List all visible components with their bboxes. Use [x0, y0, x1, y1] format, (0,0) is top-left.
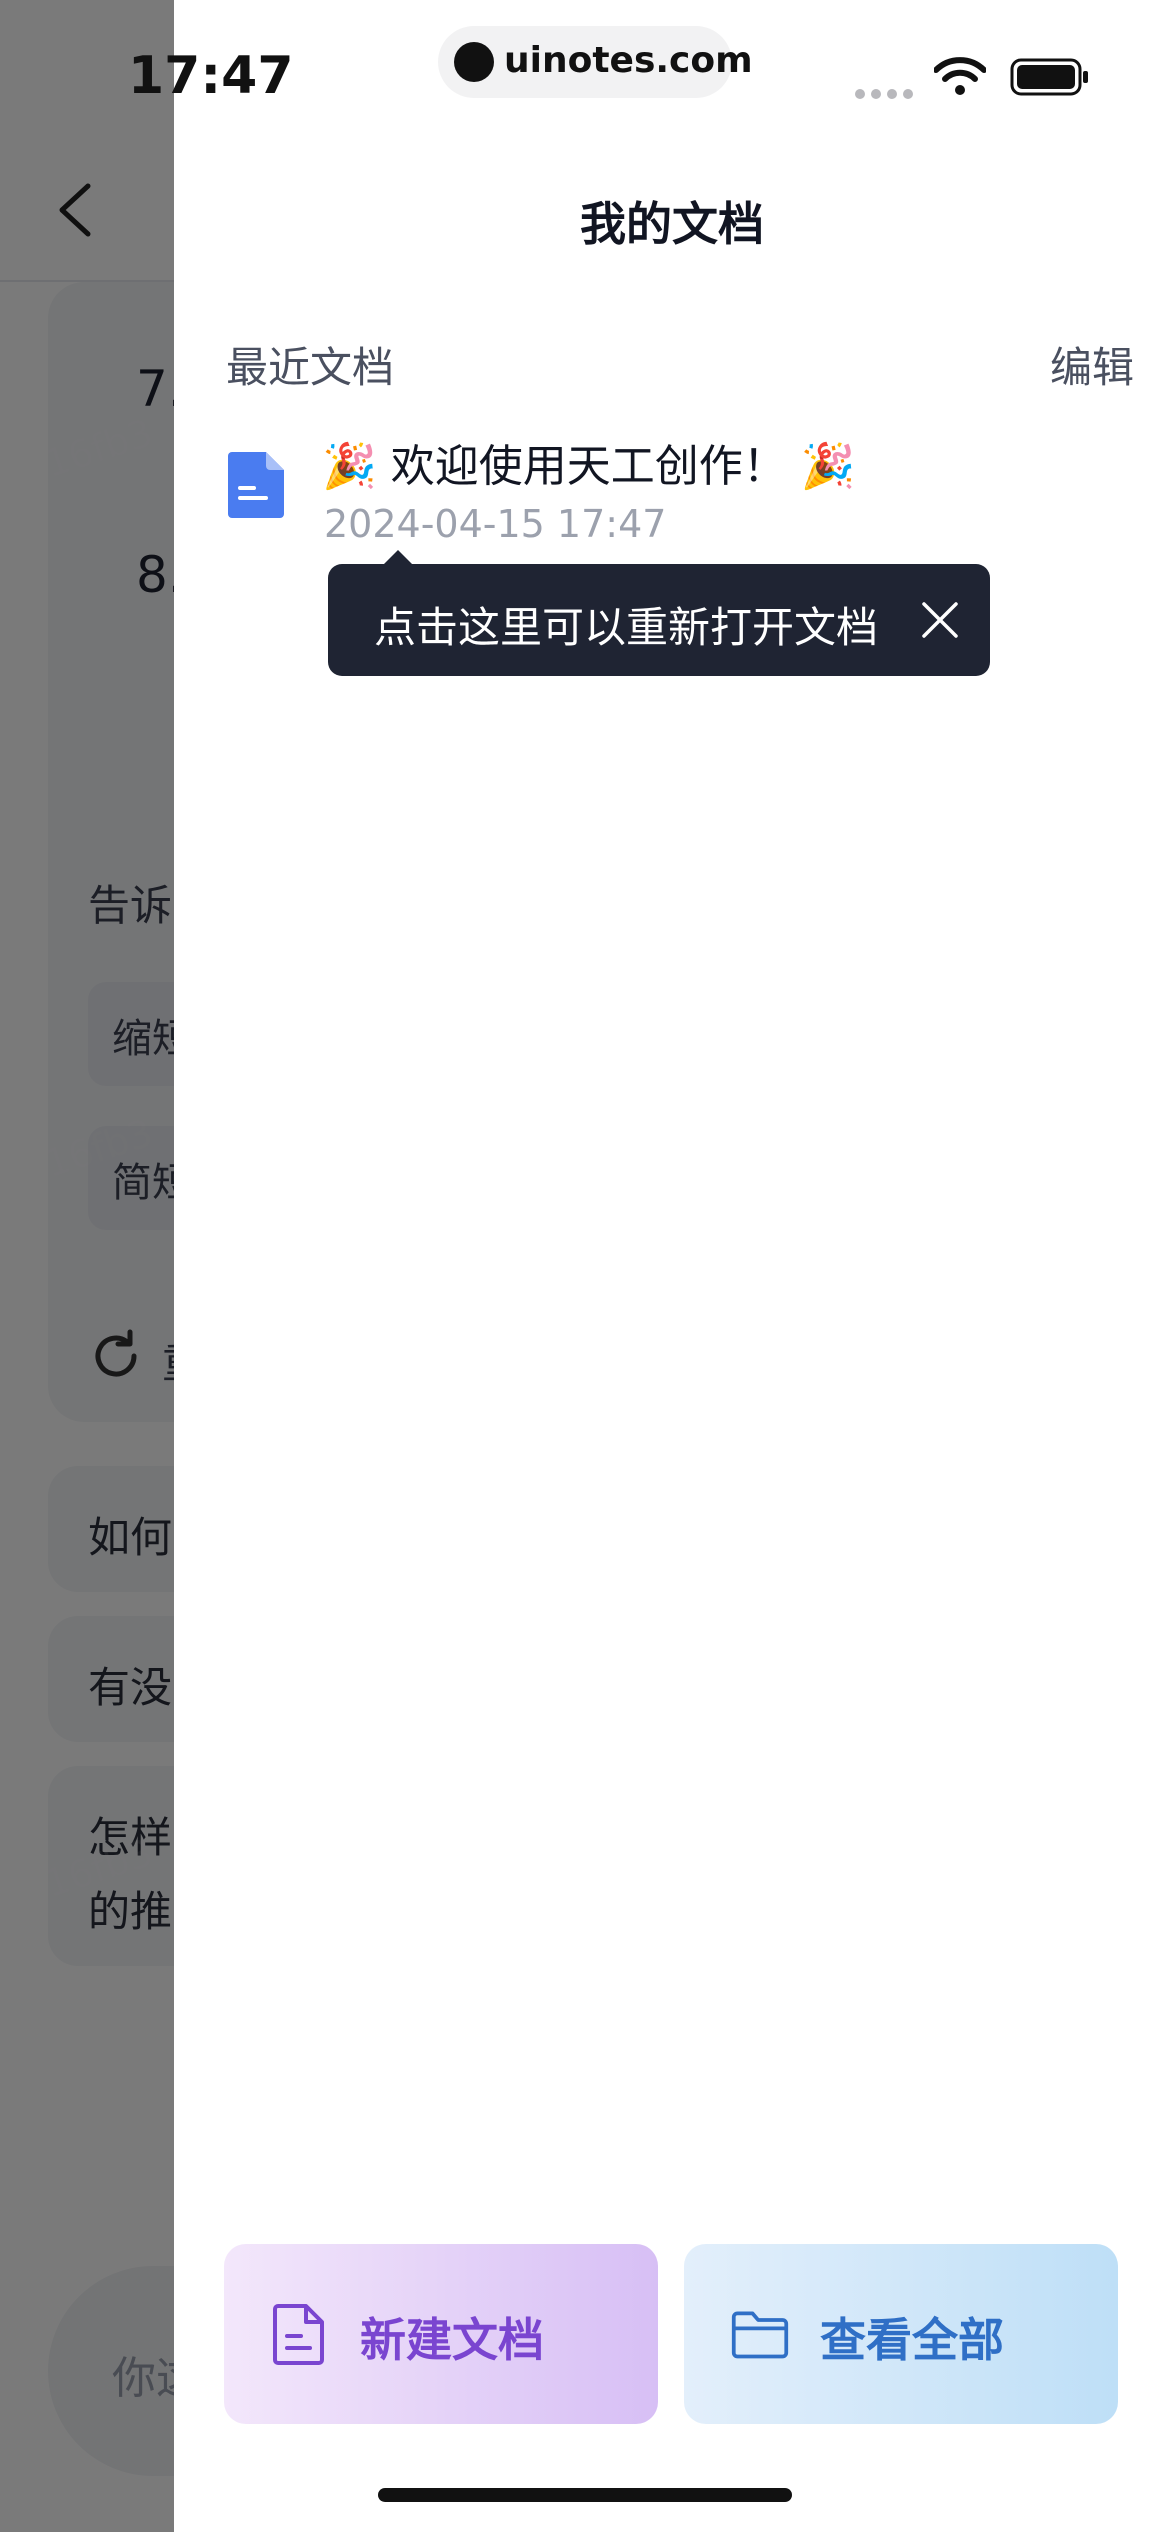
document-icon [228, 452, 284, 518]
document-timestamp: 2024-04-15 17:47 [324, 502, 667, 546]
wifi-icon [934, 57, 986, 95]
document-item[interactable]: 🎉 欢迎使用天工创作！ 🎉 2024-04-15 17:47 [226, 424, 1126, 554]
drawer-title: 我的文档 [580, 197, 764, 251]
edit-button[interactable]: 编辑 [1050, 334, 1134, 395]
view-all-button[interactable]: 查看全部 [684, 2244, 1118, 2424]
recent-documents-label: 最近文档 [226, 343, 395, 392]
site-logo-icon [454, 42, 494, 82]
new-document-button[interactable]: 新建文档 [224, 2244, 658, 2424]
close-icon[interactable] [918, 598, 962, 642]
new-document-icon [273, 2304, 324, 2365]
battery-icon [1010, 58, 1088, 96]
view-all-label: 查看全部 [820, 2313, 1004, 2367]
new-document-label: 新建文档 [360, 2313, 544, 2367]
url-text: uinotes.com [504, 40, 753, 81]
home-indicator[interactable] [378, 2488, 792, 2502]
url-pill[interactable]: uinotes.com [438, 26, 753, 98]
documents-drawer: 我的文档 最近文档 编辑 🎉 欢迎使用天工创作！ 🎉 2024-04-15 17… [174, 0, 1170, 2532]
document-title: 🎉 欢迎使用天工创作！ 🎉 [322, 441, 856, 492]
folder-icon [731, 2311, 789, 2359]
reopen-tooltip: 点击这里可以重新打开文档 [328, 564, 990, 676]
signal-icon [855, 84, 919, 103]
tooltip-text: 点击这里可以重新打开文档 [374, 603, 879, 652]
status-time: 17:47 [128, 46, 294, 106]
